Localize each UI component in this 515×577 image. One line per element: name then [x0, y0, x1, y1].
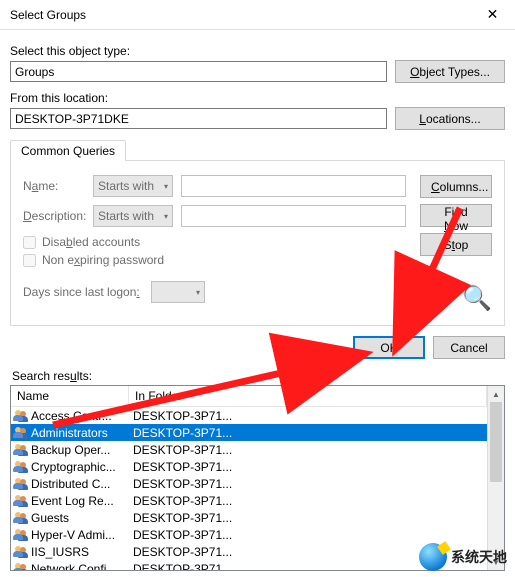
- scroll-thumb[interactable]: [490, 402, 502, 482]
- row-folder: DESKTOP-3P71...: [131, 477, 487, 491]
- row-name: Backup Oper...: [31, 443, 131, 457]
- locations-button[interactable]: Locations...: [395, 107, 505, 130]
- disabled-accounts-box[interactable]: [23, 236, 36, 249]
- table-row[interactable]: Network Confi...DESKTOP-3P71...: [11, 560, 487, 570]
- stop-button[interactable]: Stop: [420, 233, 492, 256]
- row-name: Hyper-V Admi...: [31, 528, 131, 542]
- results-label: Search results:: [12, 369, 505, 383]
- results-scrollbar[interactable]: ▲ ▼: [487, 386, 504, 570]
- table-row[interactable]: Access Contr...DESKTOP-3P71...: [11, 407, 487, 424]
- row-folder: DESKTOP-3P71...: [131, 443, 487, 457]
- object-types-button[interactable]: OObject Types...bject Types...: [395, 60, 505, 83]
- row-name: Network Confi...: [31, 562, 131, 571]
- results-header[interactable]: Name In Folder: [11, 386, 487, 407]
- find-now-button[interactable]: Find Now: [420, 204, 492, 227]
- table-row[interactable]: Backup Oper...DESKTOP-3P71...: [11, 441, 487, 458]
- row-name: Access Contr...: [31, 409, 131, 423]
- table-row[interactable]: IIS_IUSRSDESKTOP-3P71...: [11, 543, 487, 560]
- days-combo[interactable]: ▾: [151, 281, 205, 303]
- group-icon: [13, 443, 29, 457]
- row-name: Guests: [31, 511, 131, 525]
- column-folder[interactable]: In Folder: [129, 386, 487, 406]
- row-name: Event Log Re...: [31, 494, 131, 508]
- window-title: Select Groups: [10, 8, 86, 22]
- row-name: Cryptographic...: [31, 460, 131, 474]
- row-name: IIS_IUSRS: [31, 545, 131, 559]
- row-folder: DESKTOP-3P71...: [131, 494, 487, 508]
- description-match-combo[interactable]: Starts with▾: [93, 205, 173, 227]
- row-folder: DESKTOP-3P71...: [131, 409, 487, 423]
- results-listview[interactable]: Name In Folder Access Contr...DESKTOP-3P…: [10, 385, 505, 571]
- scroll-up-icon[interactable]: ▲: [488, 386, 504, 402]
- group-icon: [13, 409, 29, 423]
- group-icon: [13, 460, 29, 474]
- table-row[interactable]: Hyper-V Admi...DESKTOP-3P71...: [11, 526, 487, 543]
- table-row[interactable]: GuestsDESKTOP-3P71...: [11, 509, 487, 526]
- chevron-down-icon: ▾: [164, 182, 168, 191]
- table-row[interactable]: Cryptographic...DESKTOP-3P71...: [11, 458, 487, 475]
- row-folder: DESKTOP-3P71...: [131, 511, 487, 525]
- dialog-content: Select this object type: OObject Types..…: [0, 30, 515, 571]
- row-folder: DESKTOP-3P71...: [131, 426, 487, 440]
- name-match-combo[interactable]: Starts with▾: [93, 175, 173, 197]
- columns-button[interactable]: Columns...: [420, 175, 492, 198]
- close-button[interactable]: ✕: [470, 0, 515, 30]
- row-folder: DESKTOP-3P71...: [131, 460, 487, 474]
- description-input[interactable]: [181, 205, 406, 227]
- object-type-field[interactable]: [10, 61, 387, 82]
- group-icon: [13, 477, 29, 491]
- scroll-down-icon[interactable]: ▼: [488, 554, 504, 570]
- titlebar: Select Groups ✕: [0, 0, 515, 30]
- table-row[interactable]: AdministratorsDESKTOP-3P71...: [11, 424, 487, 441]
- ok-button[interactable]: OK: [353, 336, 425, 359]
- search-icon: 🔍: [462, 287, 492, 311]
- location-field[interactable]: [10, 108, 387, 129]
- cancel-button[interactable]: Cancel: [433, 336, 505, 359]
- name-input[interactable]: [181, 175, 406, 197]
- chevron-down-icon: ▾: [196, 288, 200, 297]
- table-row[interactable]: Distributed C...DESKTOP-3P71...: [11, 475, 487, 492]
- group-icon: [13, 528, 29, 542]
- name-label: Name:: [23, 179, 85, 193]
- group-icon: [13, 494, 29, 508]
- days-label: Days since last logon:: [23, 285, 143, 299]
- column-name[interactable]: Name: [11, 386, 129, 406]
- row-folder: DESKTOP-3P71...: [131, 562, 487, 571]
- row-folder: DESKTOP-3P71...: [131, 528, 487, 542]
- tab-common-queries[interactable]: Common Queries: [10, 140, 126, 161]
- location-label: From this location:: [10, 91, 505, 105]
- tab-strip: Common Queries: [10, 138, 505, 160]
- row-name: Distributed C...: [31, 477, 131, 491]
- row-name: Administrators: [31, 426, 131, 440]
- chevron-down-icon: ▾: [164, 212, 168, 221]
- group-icon: [13, 545, 29, 559]
- table-row[interactable]: Event Log Re...DESKTOP-3P71...: [11, 492, 487, 509]
- object-type-label: Select this object type:: [10, 44, 505, 58]
- non-expiring-checkbox[interactable]: Non expiring password: [23, 253, 406, 267]
- group-icon: [13, 562, 29, 571]
- row-folder: DESKTOP-3P71...: [131, 545, 487, 559]
- non-expiring-box[interactable]: [23, 254, 36, 267]
- disabled-accounts-checkbox[interactable]: Disabled accounts: [23, 235, 406, 249]
- description-label: Description:: [23, 209, 85, 223]
- group-icon: [13, 426, 29, 440]
- group-icon: [13, 511, 29, 525]
- common-queries-panel: Name: Starts with▾ Description: Starts w…: [10, 160, 505, 326]
